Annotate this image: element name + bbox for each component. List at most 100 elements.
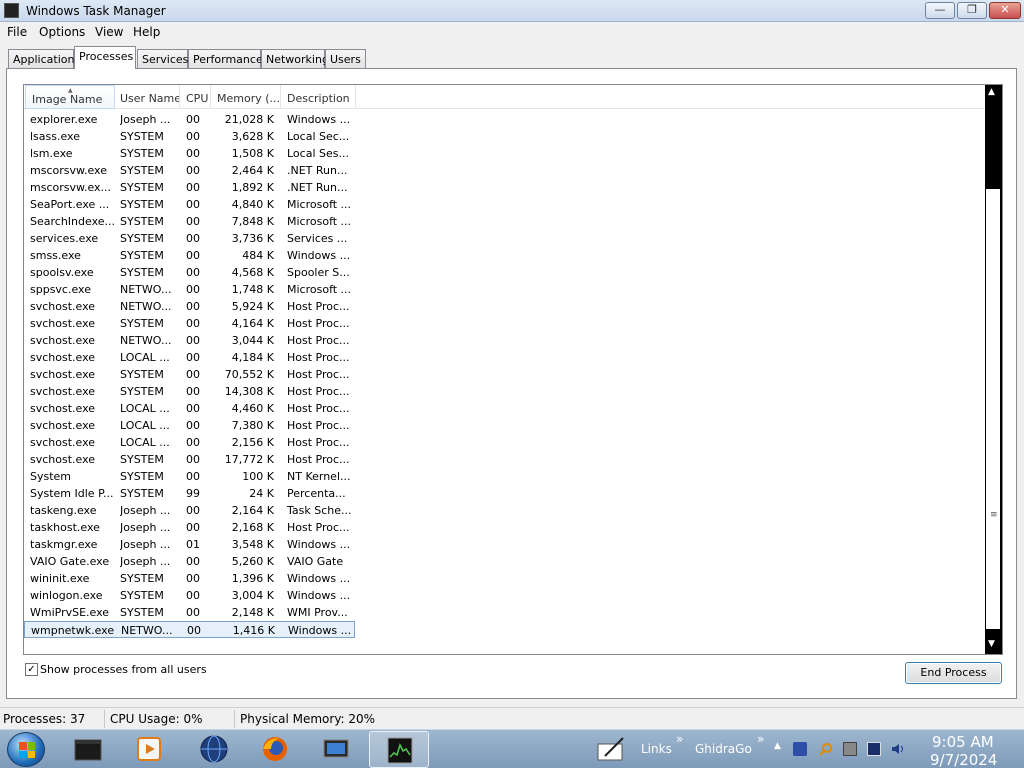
grip-icon: ≡ xyxy=(990,510,998,520)
cell-memory: 2,164 K xyxy=(231,504,274,517)
process-list[interactable]: ▲ Image Name User Name CPU Memory (... D… xyxy=(23,84,1003,655)
shield-tray-icon[interactable] xyxy=(793,742,807,756)
ghidrago-toolbar[interactable]: GhidraGo xyxy=(695,742,752,756)
cell-description: Windows ... xyxy=(288,624,352,637)
table-row[interactable]: SeaPort.exe ... SYSTEM 00 4,840 K Microsoft … xyxy=(24,196,984,213)
table-row[interactable]: svchost.exe NETWO... 00 3,044 K Host Proc... xyxy=(24,332,984,349)
restore-button[interactable]: ❐ xyxy=(957,2,987,19)
show-hidden-icons-arrow-icon[interactable]: ▲ xyxy=(774,741,781,751)
table-row[interactable]: VAIO Gate.exe Joseph ... 00 5,260 K VAIO Gat… xyxy=(24,553,984,570)
menu-options[interactable]: Options xyxy=(39,25,85,39)
table-row[interactable]: spoolsv.exe SYSTEM 00 4,568 K Spooler S... xyxy=(24,264,984,281)
menu-file[interactable]: File xyxy=(7,25,27,39)
cell-cpu: 00 xyxy=(186,215,200,228)
table-row[interactable]: svchost.exe NETWO... 00 5,924 K Host Proc... xyxy=(24,298,984,315)
clock-time[interactable]: 9:05 AM xyxy=(932,733,994,751)
notepad-pen-icon[interactable] xyxy=(595,734,627,765)
table-row[interactable]: svchost.exe SYSTEM 00 70,552 K Host Proc... xyxy=(24,366,984,383)
table-row[interactable]: taskeng.exe Joseph ... 00 2,164 K Task Sche.… xyxy=(24,502,984,519)
table-row[interactable]: mscorsvw.exe SYSTEM 00 2,464 K .NET Run... xyxy=(24,162,984,179)
table-row[interactable]: svchost.exe LOCAL ... 00 2,156 K Host Proc..… xyxy=(24,434,984,451)
column-cpu[interactable]: CPU xyxy=(180,85,211,109)
table-row[interactable]: wininit.exe SYSTEM 00 1,396 K Windows ... xyxy=(24,570,984,587)
minimize-button[interactable]: — xyxy=(925,2,955,19)
table-row[interactable]: winlogon.exe SYSTEM 00 3,004 K Windows ... xyxy=(24,587,984,604)
scroll-down-icon[interactable]: ▼ xyxy=(988,639,995,649)
globe-app-icon[interactable] xyxy=(198,734,230,765)
close-button[interactable]: ✕ xyxy=(989,2,1021,19)
cell-image-name: SeaPort.exe ... xyxy=(30,198,110,211)
cell-memory: 17,772 K xyxy=(224,453,274,466)
tab-applications[interactable]: Applications xyxy=(8,49,80,68)
links-chevron-icon[interactable]: » xyxy=(676,732,683,746)
table-row[interactable]: services.exe SYSTEM 00 3,736 K Services ... xyxy=(24,230,984,247)
column-image-name[interactable]: ▲ Image Name xyxy=(25,85,115,109)
table-row[interactable]: WmiPrvSE.exe SYSTEM 00 2,148 K WMI Prov... xyxy=(24,604,984,621)
cell-image-name: smss.exe xyxy=(30,249,81,262)
vertical-scrollbar[interactable]: ▲ ≡ ▼ xyxy=(985,85,1002,654)
table-row[interactable]: mscorsvw.ex... SYSTEM 00 1,892 K .NET Run... xyxy=(24,179,984,196)
firefox-icon[interactable] xyxy=(259,734,291,765)
search-tray-icon[interactable] xyxy=(819,742,833,756)
task-manager-taskbar-button[interactable] xyxy=(369,731,429,768)
remote-desktop-icon[interactable] xyxy=(320,734,352,765)
links-toolbar[interactable]: Links xyxy=(641,742,672,756)
cell-cpu: 00 xyxy=(186,606,200,619)
cell-memory: 2,168 K xyxy=(231,521,274,534)
title-bar: Windows Task Manager — ❐ ✕ xyxy=(0,0,1024,22)
table-row[interactable]: lsm.exe SYSTEM 00 1,508 K Local Ses... xyxy=(24,145,984,162)
table-row[interactable]: System Idle P... SYSTEM 99 24 K Percenta... xyxy=(24,485,984,502)
tab-services[interactable]: Services xyxy=(137,49,188,68)
table-row[interactable]: svchost.exe SYSTEM 00 14,308 K Host Proc... xyxy=(24,383,984,400)
tab-networking[interactable]: Networking xyxy=(261,49,329,68)
tab-users[interactable]: Users xyxy=(325,49,366,68)
table-row[interactable]: svchost.exe LOCAL ... 00 4,460 K Host Proc..… xyxy=(24,400,984,417)
tab-performance[interactable]: Performance xyxy=(188,49,263,68)
cell-memory: 484 K xyxy=(242,249,274,262)
media-player-icon[interactable] xyxy=(133,734,165,765)
end-process-button[interactable]: End Process xyxy=(905,662,1002,684)
scrollbar-thumb[interactable]: ≡ xyxy=(986,189,1000,629)
table-row[interactable]: lsass.exe SYSTEM 00 3,628 K Local Sec... xyxy=(24,128,984,145)
cell-cpu: 00 xyxy=(186,164,200,177)
table-row[interactable]: System SYSTEM 00 100 K NT Kernel... xyxy=(24,468,984,485)
table-row[interactable]: SearchIndexe... SYSTEM 00 7,848 K Microsoft … xyxy=(24,213,984,230)
terminal-app-icon[interactable] xyxy=(72,734,104,765)
table-row[interactable]: explorer.exe Joseph ... 00 21,028 K Windows … xyxy=(24,111,984,128)
cell-cpu: 00 xyxy=(186,555,200,568)
cell-user-name: SYSTEM xyxy=(120,232,164,245)
show-all-users-label[interactable]: Show processes from all users xyxy=(40,663,207,676)
start-button[interactable] xyxy=(7,732,45,767)
show-all-users-checkbox[interactable]: ✓ xyxy=(25,663,38,676)
cell-memory: 70,552 K xyxy=(224,368,274,381)
column-user-name[interactable]: User Name xyxy=(114,85,180,109)
table-row[interactable]: svchost.exe SYSTEM 00 4,164 K Host Proc... xyxy=(24,315,984,332)
cell-image-name: System xyxy=(30,470,72,483)
cell-description: Host Proc... xyxy=(287,317,350,330)
tab-processes[interactable]: Processes xyxy=(74,46,136,69)
table-row[interactable]: sppsvc.exe NETWO... 00 1,748 K Microsoft ... xyxy=(24,281,984,298)
device-tray-icon[interactable] xyxy=(843,742,857,756)
table-row[interactable]: wmpnetwk.exe NETWO... 00 1,416 K Windows ... xyxy=(24,621,355,638)
volume-tray-icon[interactable] xyxy=(891,742,905,756)
table-row[interactable]: taskhost.exe Joseph ... 00 2,168 K Host Proc… xyxy=(24,519,984,536)
menu-view[interactable]: View xyxy=(95,25,123,39)
table-row[interactable]: svchost.exe SYSTEM 00 17,772 K Host Proc... xyxy=(24,451,984,468)
table-row[interactable]: taskmgr.exe Joseph ... 01 3,548 K Windows ..… xyxy=(24,536,984,553)
cell-description: VAIO Gate xyxy=(287,555,344,568)
cell-image-name: svchost.exe xyxy=(30,436,96,449)
cell-description: Microsoft ... xyxy=(287,283,352,296)
table-row[interactable]: smss.exe SYSTEM 00 484 K Windows ... xyxy=(24,247,984,264)
column-description[interactable]: Description xyxy=(281,85,356,109)
ghidrago-chevron-icon[interactable]: » xyxy=(757,732,764,746)
status-divider xyxy=(234,710,235,728)
cell-memory: 3,004 K xyxy=(231,589,274,602)
column-memory[interactable]: Memory (... xyxy=(211,85,281,109)
scroll-up-icon[interactable]: ▲ xyxy=(988,87,995,97)
network-tray-icon[interactable] xyxy=(867,742,881,756)
menu-help[interactable]: Help xyxy=(133,25,160,39)
table-row[interactable]: svchost.exe LOCAL ... 00 4,184 K Host Proc..… xyxy=(24,349,984,366)
clock-date[interactable]: 9/7/2024 xyxy=(930,751,997,768)
cell-memory: 4,184 K xyxy=(231,351,274,364)
table-row[interactable]: svchost.exe LOCAL ... 00 7,380 K Host Proc..… xyxy=(24,417,984,434)
